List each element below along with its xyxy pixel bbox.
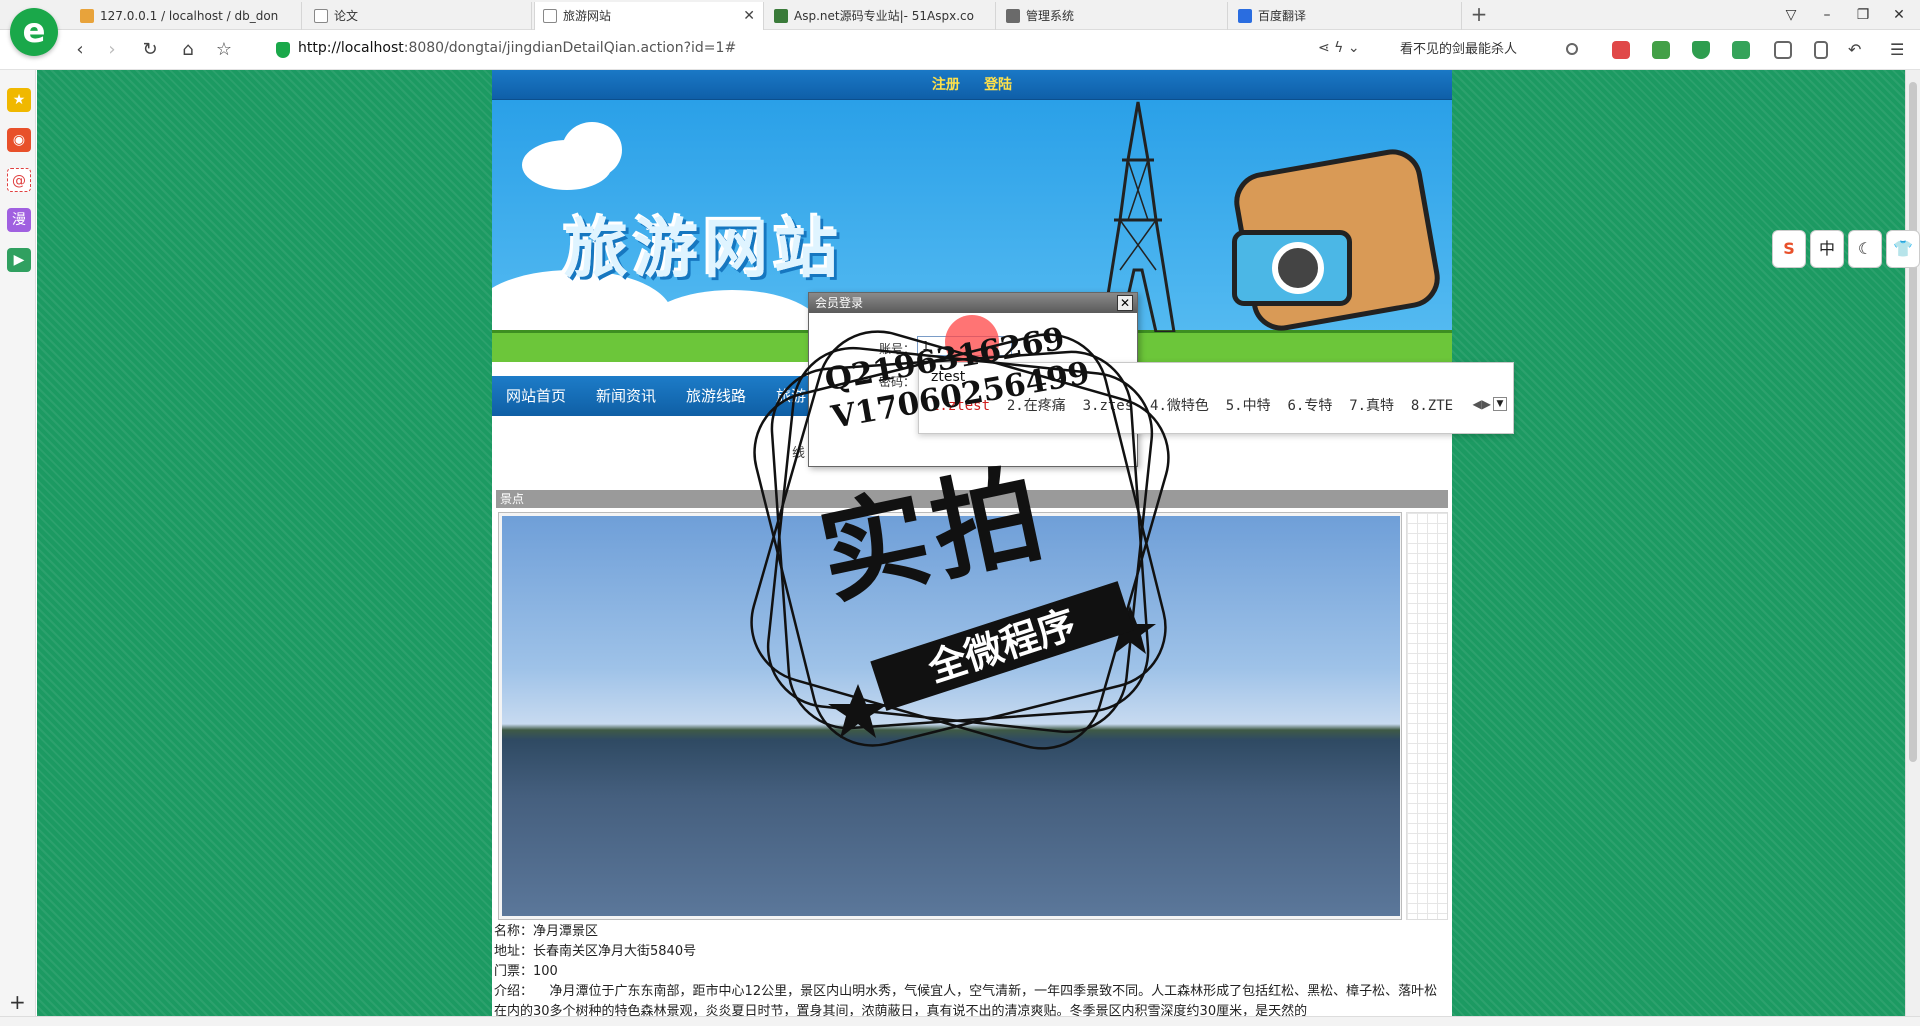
shirt-skin-icon[interactable]: ▽ [1780,4,1802,26]
back-icon[interactable]: ‹ [68,38,92,62]
attraction-details: 名称：净月潭景区 地址：长春南关区净月大街5840号 门票：100 介绍： 净月… [494,922,1450,1016]
camera-lens-icon [1272,242,1324,294]
translate-ext-icon[interactable] [1652,41,1670,59]
browser-toolbar: ‹ › ↻ ⌂ ☆ http://localhost:8080/dongtai/… [0,30,1920,70]
close-window-icon[interactable]: ✕ [1888,4,1910,26]
tab-travel-site[interactable]: 旅游网站 ✕ [534,2,764,30]
dialog-close-button[interactable]: ✕ [1117,295,1133,311]
ime-candidate[interactable]: 4.微特色 [1150,398,1209,414]
new-tab-button[interactable]: + [1466,2,1492,28]
tab-bar: 127.0.0.1 / localhost / db_don 论文 旅游网站 ✕… [0,0,1920,30]
chart-icon [1006,9,1020,23]
document-icon [314,9,328,23]
phpmyadmin-icon [80,9,94,23]
ime-candidate[interactable]: 6.专特 [1287,398,1332,414]
ime-candidate[interactable]: 7.真特 [1349,398,1394,414]
ime-candidate[interactable]: 5.中特 [1226,398,1271,414]
comic-icon[interactable]: 漫 [7,208,31,232]
name-row: 名称：净月潭景区 [494,924,599,939]
ime-candidate[interactable]: 3.ztes [1083,398,1134,414]
ime-candidate[interactable]: 8.ZTE [1411,398,1453,414]
tab-paper[interactable]: 论文 [306,2,532,30]
nav-routes[interactable]: 旅游线路 [686,376,746,416]
document-icon [543,9,557,23]
attraction-name: 净月潭景区 [533,924,599,939]
home-icon[interactable]: ⌂ [176,38,200,62]
ime-page-arrows-icon[interactable]: ◀▶ [1473,397,1491,411]
baidu-translate-icon [1238,9,1252,23]
tab-baidu-translate[interactable]: 百度翻译 [1230,2,1462,30]
tab-admin-system[interactable]: 管理系统 [998,2,1228,30]
nav-travel[interactable]: 旅游 [776,376,806,416]
site-topbar: 注册 登陆 [492,70,1452,100]
ime-language-toolbar: S 中 ☾ 👕 [1772,230,1920,270]
apps-grid-icon[interactable] [1774,41,1792,59]
bookmark-star-icon[interactable]: ☆ [212,38,236,62]
video-icon[interactable]: ▶ [7,248,31,272]
scrollbar-thumb[interactable] [1909,82,1917,762]
forward-icon[interactable]: › [100,38,124,62]
nav-home[interactable]: 网站首页 [506,376,566,416]
chinese-mode-icon[interactable]: 中 [1810,230,1844,268]
search-input[interactable]: 看不见的剑最能杀人 [1392,36,1588,64]
sidebar-add-icon[interactable]: + [9,990,26,1014]
status-bar [0,1016,1920,1026]
weibo-icon[interactable]: ◉ [7,128,31,152]
search-icon[interactable] [1566,43,1578,55]
mail-at-icon[interactable]: @ [7,168,31,192]
restore-icon[interactable]: ❐ [1852,4,1874,26]
skin-shirt-icon[interactable]: 👕 [1886,230,1920,268]
security-shield-icon[interactable] [1692,41,1710,59]
nav-news[interactable]: 新闻资讯 [596,376,656,416]
url-tools[interactable]: ⋖ ϟ ⌄ [1318,40,1360,56]
moon-punctuation-icon[interactable]: ☾ [1848,230,1882,268]
attraction-address: 长春南关区净月大街5840号 [533,944,697,959]
intro-row: 介绍： 净月潭位于广东东南部，距市中心12公里，景区内山明水秀，气候宜人，空气清… [494,982,1450,1016]
login-link[interactable]: 登陆 [984,77,1012,93]
tab-51aspx[interactable]: Asp.net源码专业站|- 51Aspx.co [766,2,996,30]
browser-logo-icon[interactable]: e [10,8,58,56]
aspx-icon [774,9,788,23]
secure-shield-icon [276,42,290,58]
close-tab-icon[interactable]: ✕ [743,2,755,30]
photo-side-grid [1406,512,1448,920]
scissors-icon[interactable] [1612,41,1630,59]
left-sidebar: ★ ◉ @ 漫 ▶ + [0,70,36,1026]
address-bar[interactable]: http://localhost:8080/dongtai/jingdianDe… [298,40,736,56]
attraction-intro: 净月潭位于广东东南部，距市中心12公里，景区内山明水秀，气候宜人，空气清新，一年… [494,984,1438,1016]
minimize-icon[interactable]: – [1816,4,1838,26]
ime-expand-icon[interactable]: ▼ [1493,397,1507,411]
tab-phpmyadmin[interactable]: 127.0.0.1 / localhost / db_don [72,2,302,30]
attraction-ticket: 100 [533,964,558,979]
undo-icon[interactable]: ↶ [1848,41,1866,59]
tablet-icon[interactable] [1814,41,1828,59]
game-ext-icon[interactable] [1732,41,1750,59]
dialog-title: 会员登录 [809,293,1137,313]
route-hint: 线 [792,446,806,461]
vertical-scrollbar[interactable] [1905,70,1920,1016]
favorites-star-icon[interactable]: ★ [7,88,31,112]
ticket-row: 门票：100 [494,964,558,979]
address-row: 地址：长春南关区净月大街5840号 [494,944,697,959]
cloud-shape [562,122,622,178]
refresh-icon[interactable]: ↻ [138,38,162,62]
sogou-logo-icon[interactable]: S [1772,230,1806,268]
menu-icon[interactable]: ☰ [1890,41,1908,59]
banner-title: 旅游网站 [564,213,844,287]
register-link[interactable]: 注册 [932,77,960,93]
